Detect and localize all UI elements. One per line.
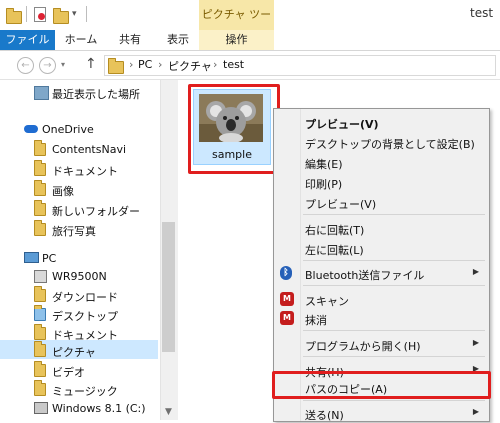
- divider: [26, 6, 27, 22]
- menu-separator: [303, 330, 485, 331]
- menu-item-rotate-left[interactable]: 左に回転(L): [274, 238, 489, 258]
- back-button[interactable]: ←: [17, 57, 34, 74]
- folder-icon: [108, 58, 124, 74]
- nav-item-new-folder[interactable]: 新しいフォルダー: [0, 199, 158, 219]
- folder-icon: [34, 140, 46, 156]
- submenu-arrow-icon: ▶: [472, 407, 479, 416]
- menu-item-edit[interactable]: 編集(E): [274, 152, 489, 172]
- customize-qat-icon[interactable]: ▾: [72, 9, 77, 25]
- breadcrumb-test[interactable]: test: [223, 58, 244, 71]
- window-title: test: [470, 6, 494, 20]
- nav-item-recent-places[interactable]: 最近表示した場所: [0, 82, 158, 102]
- breadcrumb-pc[interactable]: PC: [138, 58, 152, 71]
- recent-places-icon: [34, 86, 49, 100]
- tab-file[interactable]: ファイル: [0, 30, 55, 50]
- menu-separator: [303, 285, 485, 286]
- onedrive-icon: [24, 125, 38, 133]
- file-item-sample[interactable]: sample: [188, 84, 280, 174]
- divider: [86, 6, 87, 22]
- mcafee-shield-icon: M: [280, 292, 294, 306]
- nav-item-pictures[interactable]: ピクチャ: [0, 340, 158, 359]
- submenu-arrow-icon: ▶: [472, 267, 479, 276]
- breadcrumb-chevron-icon: ›: [129, 58, 134, 71]
- scroll-down-icon[interactable]: ▼: [160, 404, 177, 420]
- menu-item-open-with[interactable]: プログラムから開く(H) ▶: [274, 334, 489, 354]
- menu-item-rotate-right[interactable]: 右に回転(T): [274, 218, 489, 238]
- up-button[interactable]: ↑: [85, 56, 97, 72]
- drive-icon: [34, 402, 48, 414]
- nav-item-onedrive-documents[interactable]: ドキュメント: [0, 159, 158, 179]
- breadcrumb-chevron-icon: ›: [213, 58, 218, 71]
- new-folder-icon[interactable]: [53, 7, 69, 24]
- menu-item-shred[interactable]: M 抹消: [274, 308, 489, 328]
- menu-item-set-desktop-background[interactable]: デスクトップの背景として設定(B): [274, 132, 489, 152]
- properties-icon[interactable]: [34, 7, 46, 23]
- computer-icon: [24, 252, 39, 263]
- picture-tools-header: ピクチャ ツール: [199, 0, 274, 51]
- documents-icon: [34, 324, 46, 340]
- menu-item-preview[interactable]: プレビュー(V): [274, 192, 489, 212]
- tab-view[interactable]: 表示: [158, 30, 198, 50]
- downloads-icon: [34, 286, 46, 302]
- nav-item-music[interactable]: ミュージック: [0, 379, 158, 399]
- menu-separator: [303, 400, 485, 401]
- nav-scrollbar-thumb[interactable]: [162, 222, 175, 352]
- file-name-label: sample: [212, 148, 252, 161]
- folder-icon: [34, 160, 46, 176]
- folder-icon: [34, 200, 46, 216]
- tab-manage[interactable]: 操作: [199, 30, 274, 50]
- menu-item-send-to[interactable]: 送る(N) ▶: [274, 403, 489, 423]
- nav-item-videos[interactable]: ビデオ: [0, 360, 158, 380]
- mcafee-shield-icon: M: [280, 311, 294, 325]
- nav-item-downloads[interactable]: ダウンロード: [0, 285, 158, 305]
- tab-home[interactable]: ホーム: [60, 30, 102, 50]
- network-device-icon: [34, 270, 47, 283]
- recent-locations-icon[interactable]: ▾: [61, 60, 65, 69]
- bluetooth-icon: ᛒ: [280, 266, 292, 280]
- desktop-icon: [34, 305, 46, 321]
- folder-icon: [34, 220, 46, 236]
- nav-item-desktop[interactable]: デスクトップ: [0, 304, 158, 324]
- address-box[interactable]: › PC › ピクチャ › test: [104, 55, 496, 76]
- nav-item-wr9500n[interactable]: WR9500N: [0, 266, 158, 286]
- navigation-pane: 最近表示した場所 OneDrive ContentsNavi ドキュメント 画像…: [0, 80, 160, 420]
- tab-share[interactable]: 共有: [110, 30, 150, 50]
- music-icon: [34, 380, 46, 396]
- nav-item-windows-drive[interactable]: Windows 8.1 (C:): [0, 398, 158, 418]
- menu-item-preview-default[interactable]: プレビュー(V): [274, 112, 489, 132]
- forward-button[interactable]: →: [39, 57, 56, 74]
- submenu-arrow-icon: ▶: [472, 338, 479, 347]
- nav-item-images[interactable]: 画像: [0, 179, 158, 199]
- copy-path-highlight: [272, 371, 491, 399]
- koala-thumbnail: [199, 94, 263, 142]
- nav-item-contentsnavi[interactable]: ContentsNavi: [0, 139, 158, 159]
- file-selection: sample: [193, 89, 271, 165]
- nav-item-onedrive[interactable]: OneDrive: [0, 119, 158, 139]
- breadcrumb-pictures[interactable]: ピクチャ: [168, 58, 212, 74]
- menu-separator: [303, 214, 485, 215]
- menu-separator: [303, 356, 485, 357]
- breadcrumb-chevron-icon: ›: [158, 58, 163, 71]
- navigation-bar: ← → ▾ ↑ › PC › ピクチャ › test: [0, 51, 500, 80]
- videos-icon: [34, 361, 46, 377]
- menu-separator: [303, 260, 485, 261]
- ribbon-tabs: ファイル ホーム 共有 表示 操作: [0, 30, 500, 51]
- nav-item-pc[interactable]: PC: [0, 248, 158, 268]
- menu-item-bluetooth-send[interactable]: ᛒ Bluetooth送信ファイル ▶: [274, 263, 489, 283]
- pictures-icon: [34, 341, 46, 357]
- menu-item-print[interactable]: 印刷(P): [274, 172, 489, 192]
- folder-icon: [34, 180, 46, 196]
- folder-icon: [6, 7, 22, 24]
- nav-item-travel-photos[interactable]: 旅行写真: [0, 219, 158, 239]
- menu-item-scan[interactable]: M スキャン: [274, 289, 489, 309]
